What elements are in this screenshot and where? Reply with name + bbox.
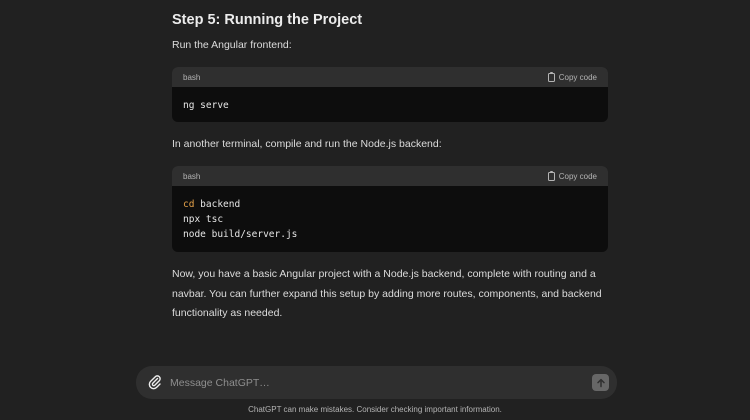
code-line: node build/server.js: [183, 229, 298, 240]
code-language-label: bash: [183, 72, 201, 82]
paragraph-run-frontend: Run the Angular frontend:: [172, 39, 292, 51]
clipboard-icon: [547, 170, 555, 181]
code-block-frontend: bash Copy code ng serve: [172, 67, 608, 122]
summary-line: functionality as needed.: [172, 307, 283, 319]
chat-page: Step 5: Running the Project Run the Angu…: [0, 0, 750, 420]
code-keyword: cd: [183, 199, 195, 210]
copy-code-button[interactable]: Copy code: [547, 71, 597, 82]
summary-line: Now, you have a basic Angular project wi…: [172, 268, 596, 280]
summary-line: navbar. You can further expand this setu…: [172, 287, 602, 300]
paragraph-run-backend: In another terminal, compile and run the…: [172, 138, 442, 150]
code-block-header: bash Copy code: [172, 166, 608, 186]
message-composer: [136, 366, 617, 399]
copy-code-label: Copy code: [558, 171, 597, 181]
code-block-header: bash Copy code: [172, 67, 608, 87]
code-line: npx tsc: [183, 214, 224, 225]
code-block-backend: bash Copy code cd backend npx tsc node b…: [172, 166, 608, 252]
copy-code-button[interactable]: Copy code: [547, 170, 597, 181]
paragraph-summary: Now, you have a basic Angular project wi…: [172, 265, 612, 324]
code-line: ng serve: [183, 100, 229, 111]
code-content: ng serve: [172, 87, 608, 122]
disclaimer-footer: ChatGPT can make mistakes. Consider chec…: [248, 405, 502, 414]
clipboard-icon: [547, 71, 555, 82]
step-heading: Step 5: Running the Project: [172, 12, 363, 28]
code-line: cd backend: [183, 197, 597, 212]
paperclip-icon[interactable]: [147, 374, 163, 390]
code-text: backend: [194, 199, 241, 210]
message-input[interactable]: [170, 366, 570, 399]
code-language-label: bash: [183, 171, 201, 181]
arrow-up-icon: [596, 378, 605, 387]
copy-code-label: Copy code: [558, 72, 597, 82]
send-button[interactable]: [592, 374, 609, 391]
code-content: cd backend npx tsc node build/server.js: [172, 186, 608, 252]
